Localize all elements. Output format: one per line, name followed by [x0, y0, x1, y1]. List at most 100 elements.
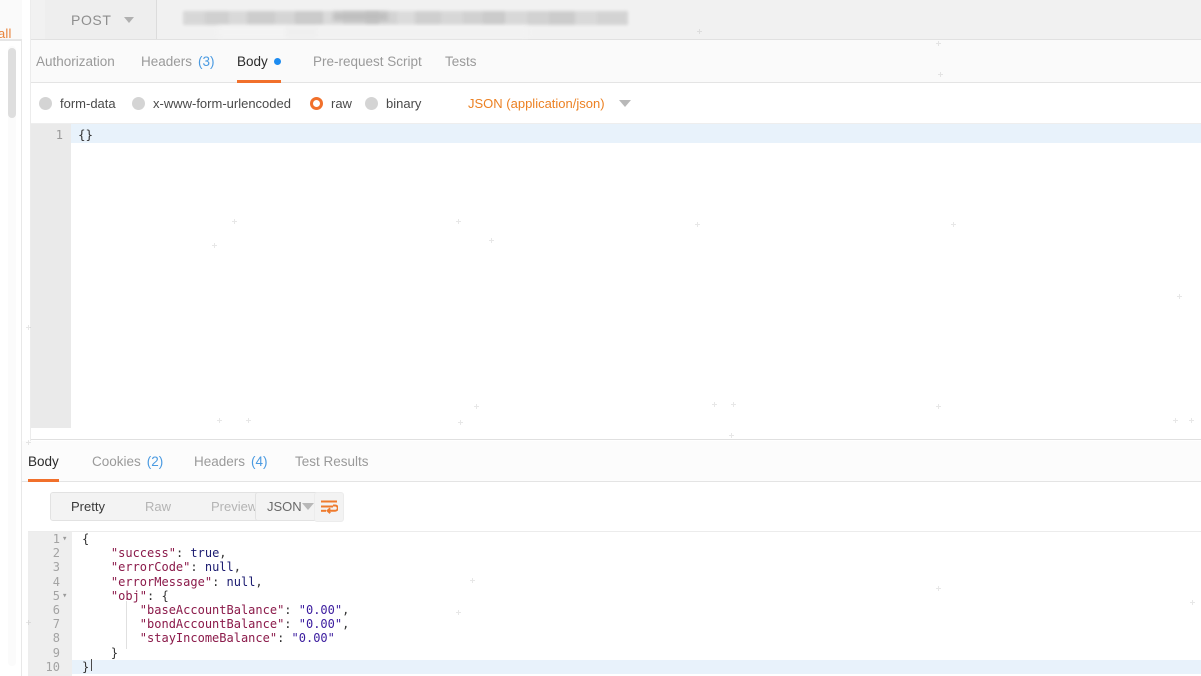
- radio-urlencoded-label: x-www-form-urlencoded: [153, 95, 291, 111]
- view-mode-pretty[interactable]: Pretty: [51, 493, 125, 520]
- request-tab-bar: Authorization Headers (3) Body Pre-reque…: [31, 40, 1201, 83]
- response-tab-cookies-count: (2): [146, 454, 164, 469]
- request-editor-gutter: 1: [31, 124, 71, 428]
- response-tab-cookies[interactable]: Cookies (2): [92, 441, 163, 482]
- response-code-line: 10}: [28, 659, 1201, 674]
- response-code-line: 9 }: [28, 646, 1201, 660]
- response-line-number: 8: [52, 631, 60, 646]
- code-token: : {: [147, 588, 169, 603]
- tab-headers[interactable]: Headers (3): [141, 40, 215, 83]
- request-url-bar: POST: [31, 0, 1201, 40]
- response-body-viewer[interactable]: 1 ▾{2 "success": true, 3 "errorCode": null…: [28, 532, 1201, 676]
- response-tab-headers[interactable]: Headers (4): [194, 441, 268, 482]
- response-line-number: 6: [52, 602, 60, 617]
- code-token: ,: [342, 617, 350, 632]
- radio-raw[interactable]: raw: [310, 96, 352, 111]
- tab-authorization-label: Authorization: [36, 54, 115, 69]
- radio-icon-binary: [365, 96, 378, 110]
- response-code-text: }: [82, 660, 89, 674]
- view-mode-raw[interactable]: Raw: [125, 493, 191, 520]
- response-code-text: "errorMessage": null,: [82, 575, 263, 589]
- response-tab-body-label: Body: [28, 454, 59, 469]
- code-token: ,: [233, 560, 241, 575]
- response-code-line: 2 "success": true,: [28, 546, 1201, 560]
- response-active-line-highlight: [72, 659, 1201, 674]
- response-code-line: 5 ▾ "obj": {: [28, 589, 1201, 603]
- request-line-number: 1: [55, 128, 63, 142]
- http-method-selector[interactable]: POST: [45, 0, 157, 39]
- response-tab-headers-count: (4): [251, 454, 268, 469]
- code-token: "0.00": [298, 602, 343, 617]
- response-code-text: "bondAccountBalance": "0.00",: [82, 617, 350, 632]
- response-tab-test-results-label: Test Results: [295, 454, 369, 469]
- response-toolbar: Pretty Raw Preview JSON: [22, 482, 1201, 532]
- page-scrollbar-thumb[interactable]: [8, 48, 16, 118]
- radio-binary-label: binary: [386, 95, 422, 111]
- code-token: "0.00": [291, 631, 335, 646]
- response-tab-cookies-label: Cookies: [92, 454, 141, 469]
- tab-body[interactable]: Body: [237, 40, 281, 83]
- tab-headers-label: Headers: [141, 54, 193, 69]
- response-tab-test-results[interactable]: Test Results: [295, 441, 369, 482]
- page-scrollbar-track[interactable]: [8, 46, 16, 666]
- response-line-number: 5: [52, 588, 60, 603]
- word-wrap-toggle[interactable]: [314, 492, 344, 522]
- response-code-line: 1 ▾ {: [28, 532, 1201, 546]
- code-token: "baseAccountBalance": [139, 602, 285, 617]
- postman-window: all POST Authorization Headers (3) Body: [0, 0, 1201, 676]
- response-fold-guide: [126, 601, 127, 649]
- request-body-editor[interactable]: 1 {}: [31, 124, 1201, 428]
- tab-authorization[interactable]: Authorization: [36, 40, 115, 83]
- response-tab-body[interactable]: Body: [28, 441, 59, 482]
- tab-pre-request-script[interactable]: Pre-request Script: [313, 40, 422, 83]
- response-code-line: 8 "stayIncomeBalance": "0.00": [28, 631, 1201, 645]
- code-token: {: [82, 532, 90, 546]
- sidebar-clipped-label[interactable]: all: [0, 26, 12, 41]
- response-code-text: }: [82, 646, 118, 660]
- tab-headers-count: (3): [198, 54, 215, 69]
- response-line-number: 10: [45, 659, 60, 674]
- request-url-input[interactable]: [158, 0, 1201, 39]
- code-token: null: [204, 560, 234, 575]
- code-token: "success": [110, 546, 176, 561]
- body-type-row: form-data x-www-form-urlencoded raw bina…: [31, 83, 1201, 124]
- request-active-line-highlight: [71, 124, 1201, 143]
- fold-arrow-icon[interactable]: ▾: [62, 532, 70, 546]
- request-url-redacted-text: [183, 11, 628, 25]
- code-token: ,: [342, 602, 350, 617]
- code-token: "errorCode": [110, 560, 191, 575]
- tab-body-label: Body: [237, 54, 268, 69]
- response-code-text: "stayIncomeBalance": "0.00": [82, 631, 335, 645]
- code-token: :: [190, 560, 205, 575]
- code-token: null: [226, 574, 256, 589]
- left-edge-separator: [0, 40, 22, 41]
- code-token: }: [82, 659, 90, 674]
- response-code-line: 7 "bondAccountBalance": "0.00",: [28, 617, 1201, 631]
- fold-arrow-icon[interactable]: ▾: [62, 589, 70, 603]
- code-token: :: [284, 602, 299, 617]
- code-token: :: [175, 546, 191, 561]
- chevron-down-icon: [123, 16, 134, 23]
- body-modified-dot-icon: [273, 58, 281, 65]
- content-type-selector[interactable]: JSON (application/json): [468, 96, 631, 111]
- code-token: :: [212, 574, 227, 589]
- code-token: "0.00": [298, 617, 343, 632]
- response-line-number: 3: [52, 560, 60, 575]
- radio-icon-form-data: [39, 96, 52, 110]
- response-format-label: JSON: [267, 499, 302, 514]
- radio-binary[interactable]: binary: [365, 96, 421, 111]
- radio-form-data[interactable]: form-data: [39, 96, 116, 111]
- code-token: true: [190, 546, 220, 561]
- response-code-text: "errorCode": null,: [82, 560, 241, 574]
- response-code-lines: 1 ▾{2 "success": true, 3 "errorCode": null…: [28, 532, 1201, 674]
- code-token: "bondAccountBalance": [139, 617, 285, 632]
- content-type-label: JSON (application/json): [468, 95, 605, 111]
- radio-urlencoded[interactable]: x-www-form-urlencoded: [132, 96, 291, 111]
- code-token: "obj": [110, 588, 148, 603]
- response-code-text: "success": true,: [82, 546, 227, 560]
- response-code-text: {: [82, 532, 89, 546]
- response-line-number: 9: [52, 645, 60, 660]
- response-format-selector[interactable]: JSON: [255, 492, 323, 521]
- code-token: "errorMessage": [110, 574, 213, 589]
- tab-tests[interactable]: Tests: [445, 40, 477, 83]
